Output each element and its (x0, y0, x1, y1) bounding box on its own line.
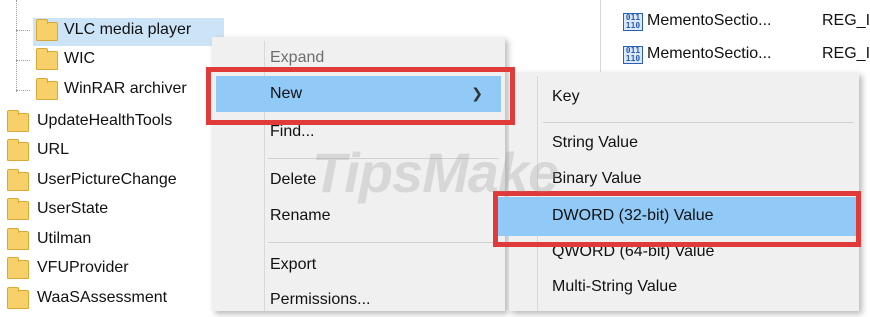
folder-icon (7, 110, 29, 132)
tree-item-userstate[interactable]: UserState (37, 200, 108, 218)
folder-icon (36, 48, 58, 70)
folder-icon (7, 228, 29, 250)
tree-item-vlc-media-player[interactable]: VLC media player (64, 21, 191, 39)
menu-item-label: Export (270, 256, 317, 273)
binary-value-icon: 011 110 (623, 13, 643, 31)
tree-connector-line (16, 60, 30, 61)
annotation-highlight-dword (493, 191, 861, 247)
tree-connector-line (16, 0, 17, 92)
folder-icon (7, 169, 29, 191)
folder-icon (36, 78, 58, 100)
menu-item-label: Find... (270, 123, 315, 140)
menu-separator (268, 158, 499, 159)
menu-item-delete[interactable]: Delete (212, 171, 505, 197)
menu-item-label: Multi-String Value (552, 278, 678, 295)
submenu-item-string-value[interactable]: String Value (509, 134, 859, 160)
menu-item-label: Permissions... (270, 291, 371, 308)
folder-icon (7, 139, 29, 161)
menu-item-label: Key (552, 88, 580, 105)
folder-icon (7, 198, 29, 220)
menu-separator (543, 122, 853, 123)
folder-icon (36, 19, 58, 41)
binary-value-icon: 011 110 (623, 46, 643, 64)
tree-connector-line (16, 30, 30, 31)
tree-connector-line (16, 90, 30, 91)
menu-item-label: Rename (270, 207, 331, 224)
folder-icon (7, 257, 29, 279)
menu-separator (268, 242, 499, 243)
menu-item-permissions[interactable]: Permissions... (212, 291, 505, 317)
tree-item-waasassessment[interactable]: WaaSAssessment (37, 289, 167, 307)
tree-item-url[interactable]: URL (37, 141, 69, 159)
value-type: REG_I (822, 12, 870, 29)
annotation-highlight-new (206, 67, 515, 125)
tree-item-wic[interactable]: WIC (64, 50, 95, 68)
tree-item-winrar-archiver[interactable]: WinRAR archiver (64, 80, 187, 98)
value-type: REG_I (822, 45, 870, 62)
value-name[interactable]: MementoSectio... (647, 45, 772, 63)
submenu-item-multi-string-value[interactable]: Multi-String Value (509, 278, 859, 304)
menu-item-rename[interactable]: Rename (212, 207, 505, 233)
submenu-item-key[interactable]: Key (509, 88, 859, 114)
folder-icon (7, 287, 29, 309)
menu-item-label: String Value (552, 134, 638, 151)
menu-item-label: Expand (270, 49, 325, 66)
menu-item-find[interactable]: Find... (212, 123, 505, 149)
tree-item-userpicturechange[interactable]: UserPictureChange (37, 171, 177, 189)
tree-item-vfuprovider[interactable]: VFUProvider (37, 259, 129, 277)
menu-item-export[interactable]: Export (212, 256, 505, 282)
menu-item-label: Binary Value (552, 170, 642, 187)
value-name[interactable]: MementoSectio... (647, 12, 772, 30)
tree-item-utilman[interactable]: Utilman (37, 230, 91, 248)
menu-item-label: Delete (270, 171, 317, 188)
tree-item-updatehealthtools[interactable]: UpdateHealthTools (37, 112, 172, 130)
